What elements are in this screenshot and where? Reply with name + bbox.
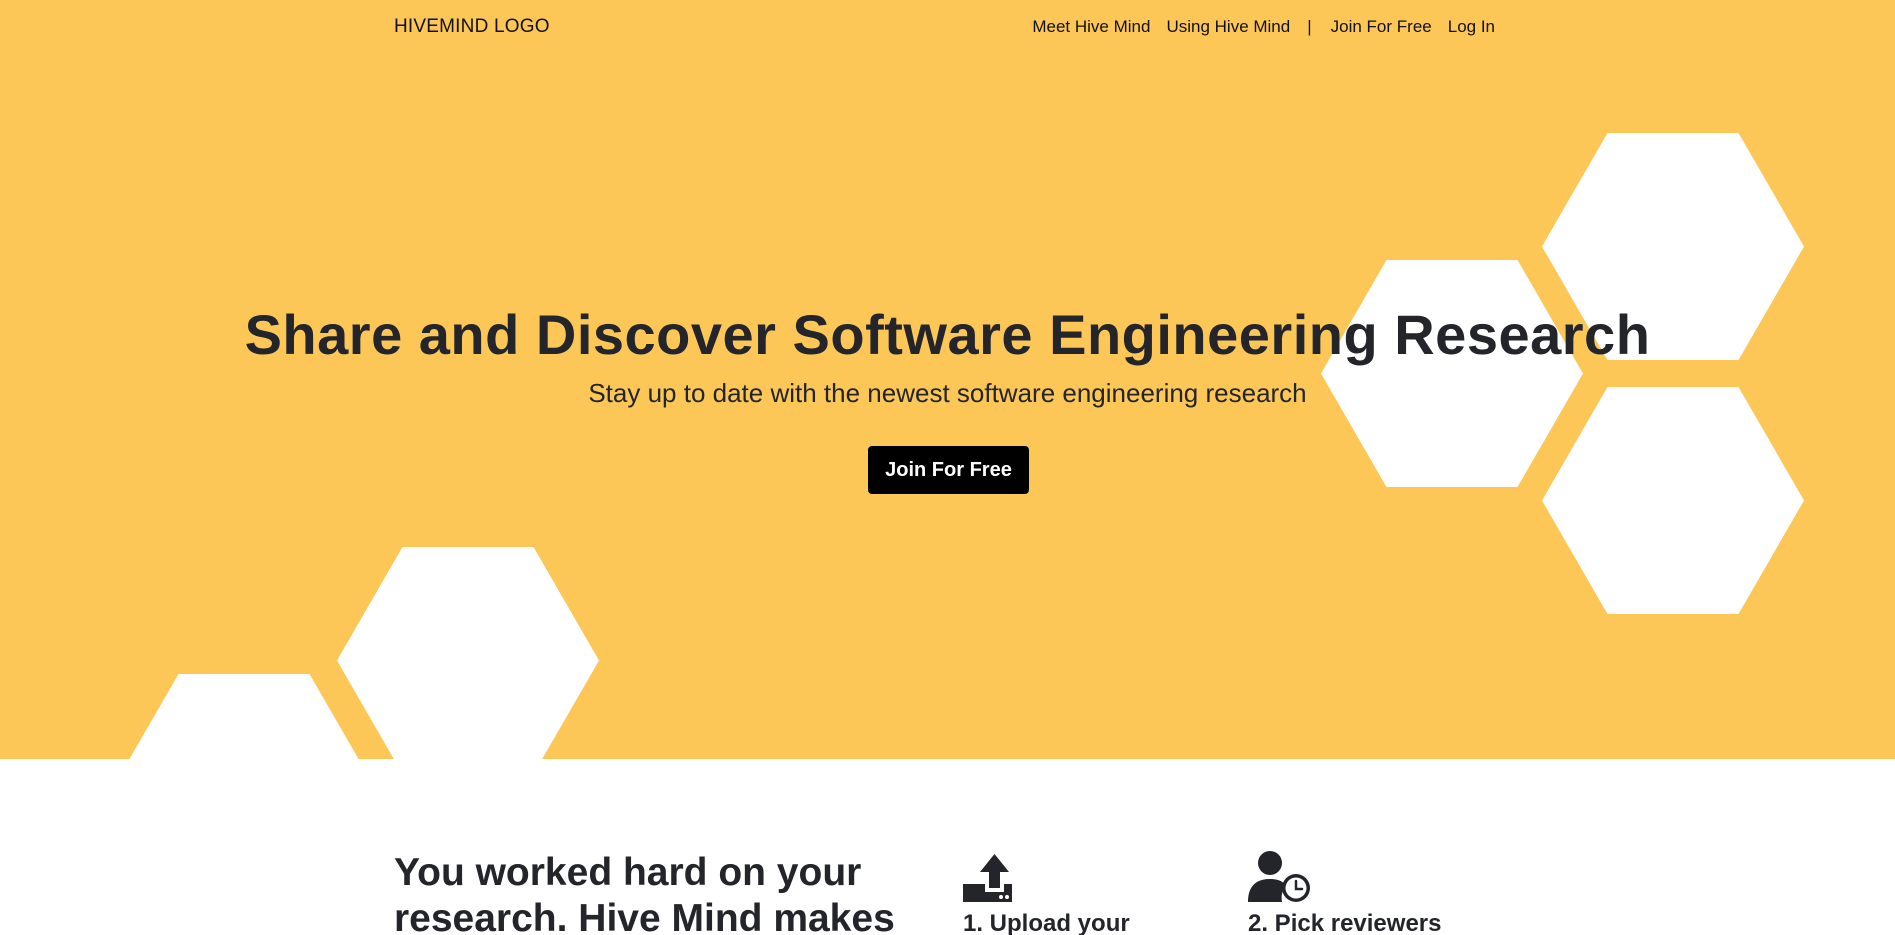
step-pick-reviewers: 2. Pick reviewers (1248, 850, 1441, 935)
hexagon-decoration (113, 674, 375, 759)
hexagon-decoration (337, 547, 599, 759)
hexagon-decoration (1542, 387, 1804, 614)
nav-link-meet-hive-mind[interactable]: Meet Hive Mind (1032, 17, 1150, 37)
nav-link-using-hive-mind[interactable]: Using Hive Mind (1166, 17, 1290, 37)
nav-link-log-in[interactable]: Log In (1448, 17, 1495, 37)
hero-section: HIVEMIND LOGO Meet Hive Mind Using Hive … (0, 0, 1895, 759)
features-headline: You worked hard on your research. Hive M… (394, 851, 895, 935)
step-upload: 1. Upload your (963, 850, 1130, 935)
nav-separator: | (1307, 17, 1312, 36)
upload-icon (963, 854, 1012, 902)
landing-page: HIVEMIND LOGO Meet Hive Mind Using Hive … (0, 0, 1895, 935)
nav-link-join-for-free[interactable]: Join For Free (1331, 17, 1432, 37)
hero-title: Share and Discover Software Engineering … (244, 303, 1651, 366)
step-title: 1. Upload your (963, 910, 1130, 935)
hexagon-decoration (1321, 260, 1583, 487)
top-nav: Meet Hive Mind Using Hive Mind | Join Fo… (1032, 17, 1495, 37)
user-clock-icon (1248, 851, 1310, 902)
site-logo[interactable]: HIVEMIND LOGO (394, 16, 550, 38)
hero-subtitle: Stay up to date with the newest software… (588, 378, 1307, 408)
join-for-free-button[interactable]: Join For Free (868, 446, 1029, 494)
step-title: 2. Pick reviewers (1248, 910, 1442, 935)
